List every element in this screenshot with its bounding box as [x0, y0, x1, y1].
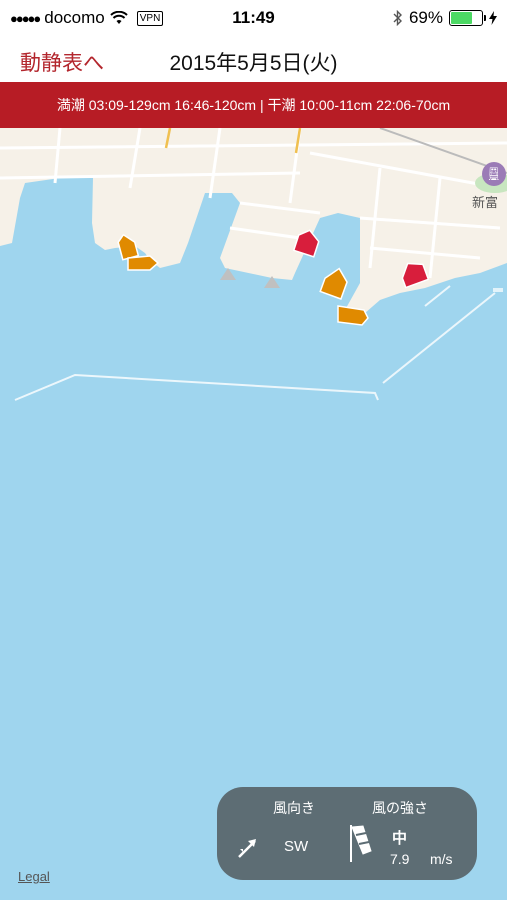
wind-direction-value: SW — [284, 838, 309, 855]
station-label: 新富 — [472, 195, 499, 210]
harbor-map[interactable] — [0, 128, 507, 900]
tide-info-banner: 満潮 03:09-129cm 16:46-120cm | 干潮 10:00-11… — [0, 82, 507, 128]
navigation-bar: 動静表へ 2015年5月5日(火) — [0, 36, 507, 82]
wind-info-panel: 風向き 風の強さ SW 中 7.9 m/s — [217, 787, 477, 880]
windsock-icon — [350, 825, 372, 862]
legal-link[interactable]: Legal — [18, 869, 50, 884]
ship-marker[interactable] — [127, 255, 160, 271]
battery-fill — [451, 12, 472, 24]
breakwater — [14, 285, 496, 401]
pier-marker — [493, 288, 503, 292]
wind-speed-unit: m/s — [430, 851, 453, 867]
battery-icon — [449, 10, 486, 26]
ship-marker[interactable] — [319, 265, 350, 300]
wind-strength-level: 中 — [392, 830, 408, 847]
wind-direction-header: 風向き — [273, 800, 315, 816]
train-station-icon[interactable]: 🚆︎ — [482, 162, 506, 186]
bluetooth-icon — [393, 10, 402, 26]
wind-strength-header: 風の強さ — [372, 800, 428, 816]
status-bar: ●●●●● docomo VPN 11:49 69% — [0, 0, 507, 36]
wind-direction-arrow-icon — [238, 839, 256, 858]
page-title: 2015年5月5日(火) — [169, 52, 338, 75]
battery-percent: 69% — [408, 8, 443, 27]
map-canvas[interactable] — [0, 128, 507, 900]
bolt-icon — [489, 11, 497, 25]
wind-speed-value: 7.9 — [390, 851, 410, 867]
